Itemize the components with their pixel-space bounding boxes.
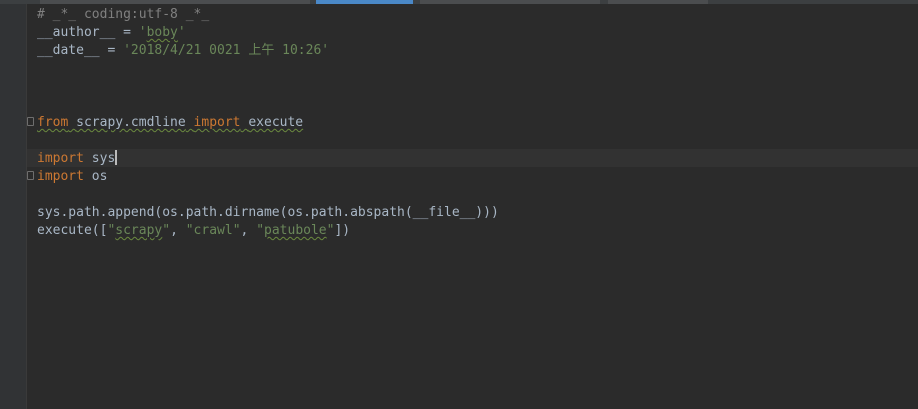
code-line[interactable]: __date__ = '2018/4/21 0021 上午 10:26' (37, 42, 499, 60)
code-token: sys (91, 151, 116, 166)
code-token: ]) (334, 223, 351, 238)
fold-marker-icon[interactable] (27, 171, 34, 180)
code-line[interactable]: import os (37, 168, 499, 186)
code-line[interactable] (37, 132, 499, 150)
code-line[interactable] (37, 60, 499, 78)
code-token: # _*_ coding:utf-8 _*_ (37, 7, 210, 22)
editor-tab-active[interactable] (316, 0, 413, 4)
text-caret (115, 150, 118, 165)
code-line[interactable] (37, 96, 499, 114)
code-token: execute (248, 115, 304, 130)
code-token: " (256, 223, 265, 238)
code-token: , (170, 223, 186, 238)
code-line[interactable] (37, 186, 499, 204)
code-line[interactable]: import sys (37, 150, 499, 168)
code-line[interactable]: from scrapy.cmdline import execute (37, 114, 499, 132)
editor-tab[interactable] (608, 0, 708, 4)
code-token: execute([ (37, 223, 108, 238)
fold-marker-icon[interactable] (27, 117, 34, 126)
code-token: __date__ = (37, 43, 124, 58)
editor-tab-bar (0, 0, 918, 4)
code-token: os (91, 169, 108, 184)
code-token: from (37, 115, 69, 130)
code-token: scrapy (115, 223, 163, 238)
code-line[interactable]: __author__ = 'boby' (37, 24, 499, 42)
code-token: import (37, 151, 84, 166)
code-token: __author__ = (37, 25, 139, 40)
code-line[interactable] (37, 78, 499, 96)
code-line[interactable]: # _*_ coding:utf-8 _*_ (37, 6, 499, 24)
editor-tab[interactable] (40, 0, 310, 4)
editor-tab[interactable] (420, 0, 600, 4)
code-token: import (37, 169, 84, 184)
code-token: scrapy.cmdline (76, 115, 186, 130)
code-text[interactable]: # _*_ coding:utf-8 _*_ __author__ = 'boby… (37, 6, 499, 240)
code-token: ' (177, 25, 186, 40)
code-token: , (240, 223, 257, 238)
code-token: ' (138, 25, 147, 40)
code-token: sys.path.append(os.path.dirname(os.path.… (37, 205, 499, 220)
line-gutter[interactable] (0, 4, 27, 409)
code-line[interactable]: execute(["scrapy", "crawl", "patubole"]) (37, 222, 499, 240)
code-token: '2018/4/21 0021 上午 10:26' (123, 43, 330, 58)
code-token: "crawl" (185, 223, 241, 238)
code-token: boby (146, 25, 178, 40)
code-token: import (193, 115, 241, 130)
code-token: patubole (264, 223, 327, 238)
code-line[interactable]: sys.path.append(os.path.dirname(os.path.… (37, 204, 499, 222)
code-token: " (162, 223, 171, 238)
code-editor[interactable]: # _*_ coding:utf-8 _*_ __author__ = 'boby… (0, 0, 918, 409)
